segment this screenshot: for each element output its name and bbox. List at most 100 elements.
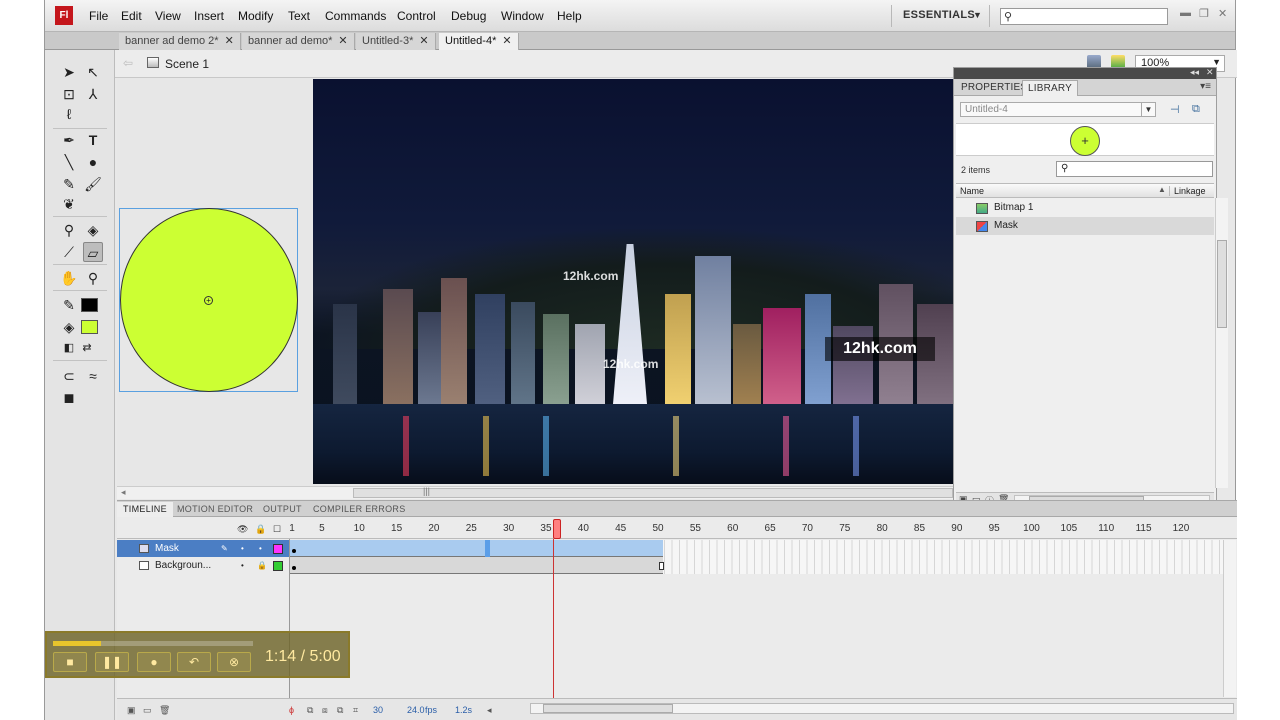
brush-tool-icon[interactable]: 🖌 <box>83 174 103 194</box>
smooth-icon[interactable]: ≈ <box>83 366 103 386</box>
microphone-button[interactable]: ● <box>137 652 171 672</box>
tab-timeline[interactable]: TIMELINE <box>117 502 173 517</box>
library-item[interactable]: Mask <box>956 217 1214 235</box>
scrollbar-thumb[interactable] <box>1217 240 1227 328</box>
column-name[interactable]: Name <box>960 186 984 196</box>
menu-window[interactable]: Window <box>501 9 544 23</box>
text-tool-icon[interactable]: T <box>83 130 103 150</box>
onion-outline-icon[interactable]: ⧈ <box>322 705 328 716</box>
menu-debug[interactable]: Debug <box>451 9 486 23</box>
tab-banner-ad-demo-2[interactable]: banner ad demo 2* ✕ <box>119 33 241 50</box>
tab-banner-ad-demo[interactable]: banner ad demo* ✕ <box>242 33 355 50</box>
free-transform-tool-icon[interactable]: ⊡ <box>59 84 79 104</box>
library-search-input[interactable]: ⚲ <box>1056 161 1213 177</box>
line-tool-icon[interactable]: ╲ <box>59 152 79 172</box>
new-folder-icon[interactable]: ▭ <box>143 705 152 716</box>
pen-tool-icon[interactable]: ✒ <box>59 130 79 150</box>
close-panel-icon[interactable]: ✕ <box>1206 67 1214 78</box>
swap-colors-icon[interactable]: ⇄ <box>77 338 97 358</box>
column-linkage[interactable]: Linkage <box>1169 186 1206 196</box>
library-vertical-scrollbar[interactable] <box>1215 198 1228 488</box>
end-frame[interactable] <box>659 562 664 570</box>
layer-name[interactable]: Backgroun... <box>155 557 211 574</box>
pin-library-icon[interactable]: ⊣ <box>1170 103 1180 116</box>
menu-control[interactable]: Control <box>397 9 436 23</box>
center-frame-icon[interactable]: ɸ <box>289 705 294 715</box>
lock-dot[interactable]: • <box>259 540 262 557</box>
edit-multiple-frames-icon[interactable]: ⧉ <box>337 705 343 716</box>
new-library-panel-icon[interactable]: ⧉ <box>1192 103 1200 116</box>
close-tab-icon[interactable]: ✕ <box>338 35 347 47</box>
workspace-switcher[interactable]: ESSENTIALS <box>903 9 975 21</box>
menu-view[interactable]: View <box>155 9 181 23</box>
selection-tool-icon[interactable]: ➤ <box>59 62 79 82</box>
tab-motion-editor[interactable]: MOTION EDITOR <box>171 502 259 517</box>
frame-span-mask[interactable] <box>290 540 663 557</box>
timeline-vertical-scrollbar[interactable] <box>1223 540 1236 697</box>
progress-bar[interactable] <box>53 641 253 646</box>
visibility-dot[interactable]: • <box>241 557 244 574</box>
menu-edit[interactable]: Edit <box>121 9 142 23</box>
visibility-dot[interactable]: • <box>241 540 244 557</box>
outline-icon[interactable]: ☐ <box>273 524 281 535</box>
layer-mask[interactable]: Mask ✎ • • <box>117 540 289 557</box>
library-item[interactable]: Bitmap 1 <box>956 199 1214 217</box>
lasso-tool-icon[interactable]: ℓ <box>59 104 79 124</box>
tab-library[interactable]: LIBRARY <box>1022 80 1079 96</box>
collapse-icon[interactable]: ◂◂ <box>1190 67 1199 78</box>
pause-button[interactable]: ❚❚ <box>95 652 129 672</box>
3d-rotation-tool-icon[interactable]: ⅄ <box>83 84 103 104</box>
scroll-left-icon[interactable]: ◂ <box>487 705 492 716</box>
menu-commands[interactable]: Commands <box>325 9 386 23</box>
close-tab-icon[interactable]: ✕ <box>225 35 234 47</box>
tab-output[interactable]: OUTPUT <box>257 502 308 517</box>
keyframe[interactable] <box>292 549 296 553</box>
layer-name[interactable]: Mask <box>155 540 179 557</box>
snap-to-objects-icon[interactable]: ⊂ <box>59 366 79 386</box>
library-document-select[interactable]: Untitled-4 ▼ <box>960 102 1156 117</box>
chevron-down-icon[interactable]: ▼ <box>973 10 982 20</box>
timeline-horizontal-scrollbar[interactable] <box>530 703 1234 714</box>
onion-skin-icon[interactable]: ⧉ <box>307 705 313 716</box>
frame-span-background[interactable] <box>290 557 663 574</box>
layer-color-box[interactable] <box>273 561 283 571</box>
layer-color-box[interactable] <box>273 544 283 554</box>
tab-untitled-3[interactable]: Untitled-3* ✕ <box>356 33 436 50</box>
object-drawing-icon[interactable]: ■ <box>59 388 79 408</box>
menu-modify[interactable]: Modify <box>238 9 273 23</box>
stage-horizontal-scrollbar[interactable]: ◂ ||| <box>117 486 953 499</box>
menu-help[interactable]: Help <box>557 9 582 23</box>
bone-tool-icon[interactable]: ⚲ <box>59 220 79 240</box>
close-tab-icon[interactable]: ✕ <box>419 35 428 47</box>
panel-menu-icon[interactable]: ▾≡ <box>1200 81 1211 92</box>
cancel-button[interactable]: ⊗ <box>217 652 251 672</box>
restore-icon[interactable]: ❐ <box>1199 7 1209 20</box>
undo-button[interactable]: ↶ <box>177 652 211 672</box>
menu-text[interactable]: Text <box>288 9 310 23</box>
delete-layer-icon[interactable]: 🗑 <box>159 705 170 716</box>
menu-file[interactable]: File <box>89 9 108 23</box>
stroke-color-swatch[interactable] <box>81 298 98 312</box>
close-tab-icon[interactable]: ✕ <box>502 35 511 47</box>
fps-value[interactable]: 24.0 <box>407 705 425 715</box>
paint-bucket-tool-icon[interactable]: ◈ <box>83 220 103 240</box>
timeline-frames[interactable] <box>290 540 1223 574</box>
help-search-input[interactable]: ⚲ <box>1000 8 1168 25</box>
eye-icon[interactable]: 👁 <box>237 524 248 535</box>
sort-ascending-icon[interactable]: ▲ <box>1158 185 1166 194</box>
tab-untitled-4[interactable]: Untitled-4* ✕ <box>439 33 519 50</box>
keyframe[interactable] <box>292 566 296 570</box>
scene-label[interactable]: Scene 1 <box>165 57 209 71</box>
zoom-tool-icon[interactable]: ⚲ <box>83 268 103 288</box>
deco-tool-icon[interactable]: ❦ <box>59 194 79 214</box>
lock-icon[interactable]: 🔒 <box>257 557 267 574</box>
lock-icon[interactable]: 🔒 <box>255 524 266 535</box>
scrollbar-thumb[interactable] <box>543 704 673 713</box>
oval-tool-icon[interactable]: ● <box>83 152 103 172</box>
tab-properties[interactable]: PROPERTIES <box>956 80 1032 96</box>
eraser-tool-icon[interactable]: ▱ <box>83 242 103 262</box>
back-arrow-icon[interactable]: ⇦ <box>123 56 133 70</box>
hand-tool-icon[interactable]: ✋ <box>59 268 79 288</box>
scroll-left-icon[interactable]: ◂ <box>121 487 126 498</box>
layer-background[interactable]: Backgroun... • 🔒 <box>117 557 289 574</box>
